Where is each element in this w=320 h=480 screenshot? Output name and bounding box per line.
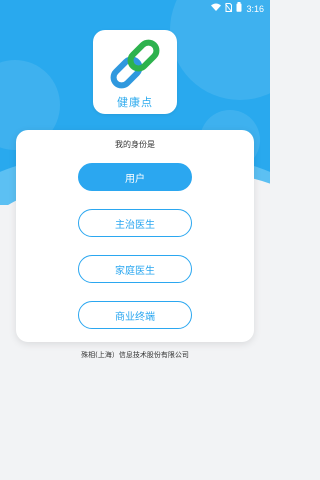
app-logo: 健康点 [93, 30, 177, 114]
role-user-button[interactable]: 用户 [78, 163, 192, 191]
status-time: 3:16 [246, 3, 264, 14]
chain-link-icon [110, 39, 160, 89]
identity-panel: 我的身份是 用户 主治医生 家庭医生 商业终端 [16, 130, 254, 342]
role-business-terminal-button[interactable]: 商业终端 [78, 301, 192, 329]
battery-icon [236, 2, 242, 15]
identity-prompt: 我的身份是 [115, 140, 155, 149]
status-bar: 3:16 [0, 0, 270, 14]
wifi-icon [211, 3, 222, 14]
role-family-doctor-button[interactable]: 家庭医生 [78, 255, 192, 283]
decor-bubble [170, 0, 270, 100]
app-name: 健康点 [117, 96, 153, 109]
company-name: 殊相(上海）信息技术股份有限公司 [81, 351, 189, 359]
role-attending-doctor-button[interactable]: 主治医生 [78, 209, 192, 237]
sim-off-icon [225, 2, 233, 15]
